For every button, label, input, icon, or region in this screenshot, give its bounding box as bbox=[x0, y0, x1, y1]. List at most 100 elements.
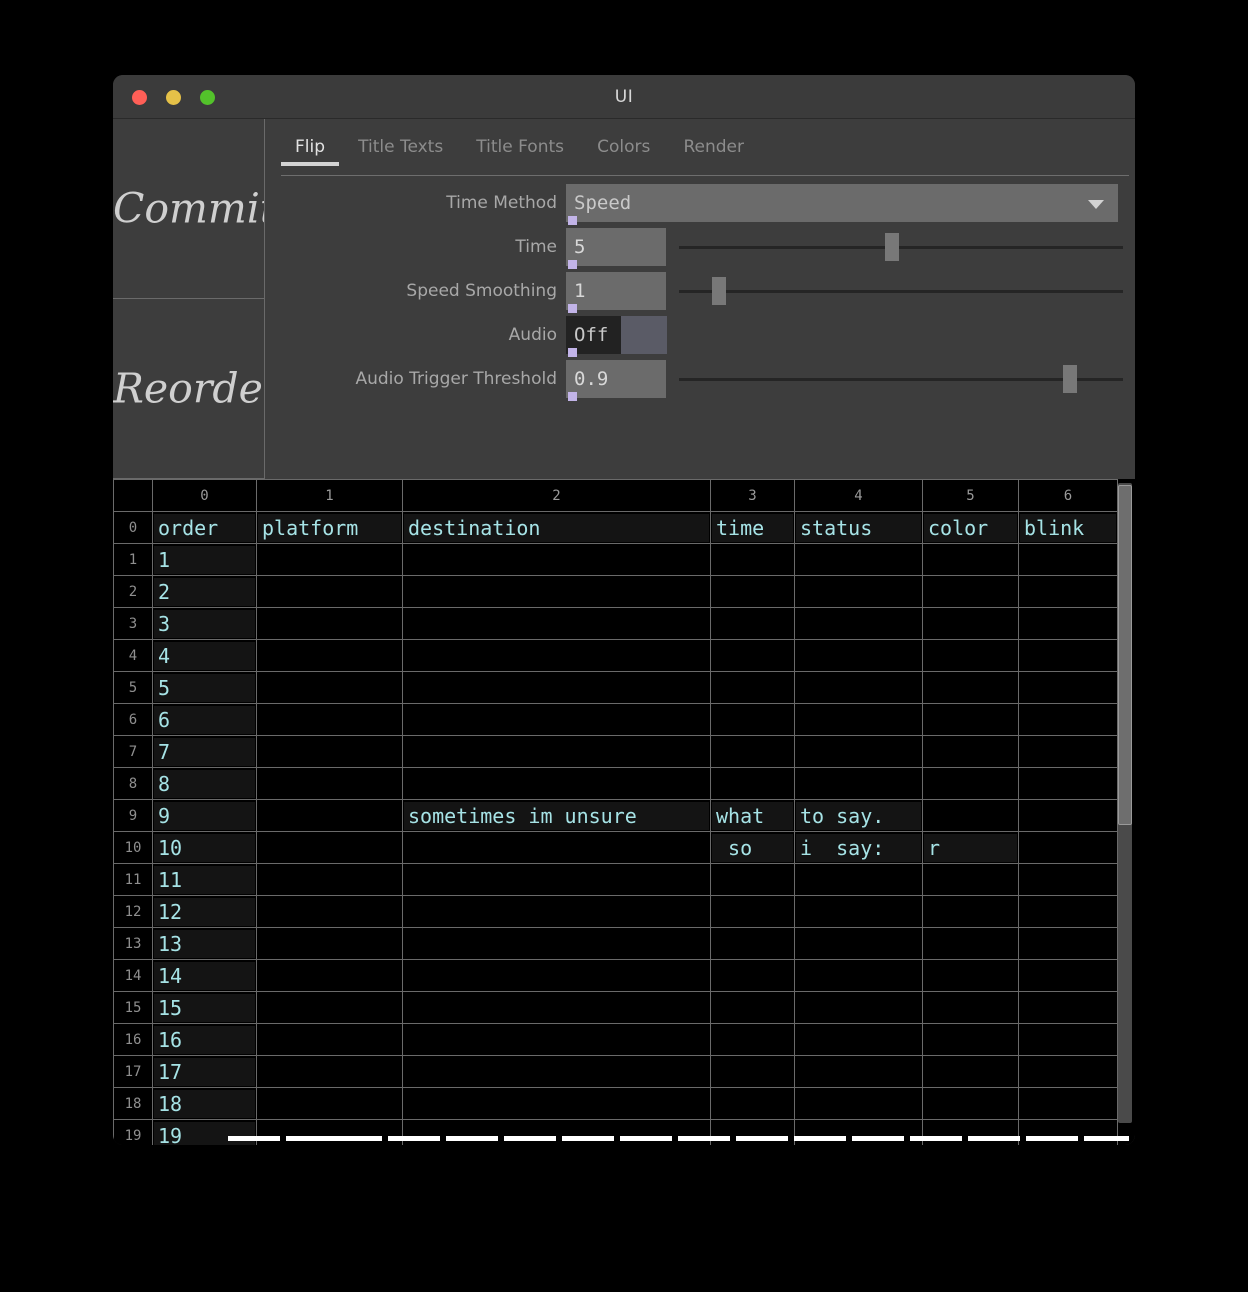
table-cell[interactable] bbox=[794, 639, 923, 672]
table-cell[interactable] bbox=[1018, 831, 1118, 864]
table-cell[interactable] bbox=[256, 895, 403, 928]
table-cell[interactable] bbox=[710, 863, 795, 896]
scrollbar-segment[interactable] bbox=[1084, 1136, 1129, 1141]
table-cell[interactable] bbox=[710, 895, 795, 928]
table-cell[interactable] bbox=[1018, 703, 1118, 736]
table-cell[interactable] bbox=[402, 1119, 711, 1145]
table-cell[interactable] bbox=[794, 895, 923, 928]
table-cell[interactable] bbox=[922, 639, 1019, 672]
table-cell[interactable] bbox=[402, 767, 711, 800]
table-cell[interactable]: destination bbox=[402, 511, 711, 544]
time-slider-thumb[interactable] bbox=[885, 233, 900, 261]
table-cell[interactable]: 4 bbox=[152, 639, 257, 672]
speed-smoothing-slider[interactable] bbox=[679, 272, 1123, 310]
scrollbar-segment[interactable] bbox=[228, 1136, 280, 1141]
table-cell[interactable] bbox=[922, 543, 1019, 576]
table-cell[interactable] bbox=[1018, 927, 1118, 960]
tab-title-texts[interactable]: Title Texts bbox=[344, 119, 457, 157]
table-cell[interactable] bbox=[402, 543, 711, 576]
table-cell[interactable] bbox=[256, 863, 403, 896]
table-cell[interactable] bbox=[1018, 895, 1118, 928]
table-cell[interactable] bbox=[1018, 671, 1118, 704]
table-cell[interactable] bbox=[922, 799, 1019, 832]
table-cell[interactable] bbox=[1018, 863, 1118, 896]
column-header-1[interactable]: 1 bbox=[256, 479, 403, 512]
row-index-cell[interactable]: 2 bbox=[113, 575, 153, 608]
time-method-dropdown[interactable]: Speed bbox=[566, 184, 1118, 225]
scrollbar-segment[interactable] bbox=[286, 1136, 382, 1141]
table-cell[interactable]: blink bbox=[1018, 511, 1118, 544]
table-cell[interactable]: 8 bbox=[152, 767, 257, 800]
table-cell[interactable] bbox=[1018, 607, 1118, 640]
table-cell[interactable]: so bbox=[710, 831, 795, 864]
tab-render[interactable]: Render bbox=[669, 119, 758, 157]
table-cell[interactable] bbox=[922, 735, 1019, 768]
table-cell[interactable] bbox=[256, 575, 403, 608]
table-cell[interactable] bbox=[256, 1055, 403, 1088]
data-table-area[interactable]: 0 1 2 3 4 5 6 0 order platform destination t… bbox=[113, 479, 1135, 1145]
table-cell[interactable] bbox=[794, 1087, 923, 1120]
table-cell[interactable]: 18 bbox=[152, 1087, 257, 1120]
table-cell[interactable]: 5 bbox=[152, 671, 257, 704]
table-cell[interactable] bbox=[402, 895, 711, 928]
table-cell[interactable]: what bbox=[710, 799, 795, 832]
sidebar-item-commit[interactable]: Commit bbox=[113, 119, 264, 299]
vertical-scrollbar-thumb[interactable] bbox=[1118, 485, 1132, 825]
table-cell[interactable] bbox=[1018, 1055, 1118, 1088]
row-index-cell[interactable]: 7 bbox=[113, 735, 153, 768]
audio-trigger-threshold-input[interactable]: 0.9 bbox=[566, 360, 666, 401]
table-cell[interactable] bbox=[1018, 1119, 1118, 1145]
table-cell[interactable]: 6 bbox=[152, 703, 257, 736]
table-cell[interactable] bbox=[256, 1119, 403, 1145]
table-cell[interactable] bbox=[710, 991, 795, 1024]
speed-smoothing-slider-thumb[interactable] bbox=[711, 277, 726, 305]
audio-color-swatch[interactable] bbox=[621, 316, 667, 354]
table-cell[interactable] bbox=[922, 927, 1019, 960]
table-cell[interactable]: time bbox=[710, 511, 795, 544]
table-cell[interactable] bbox=[922, 1055, 1019, 1088]
row-index-cell[interactable]: 12 bbox=[113, 895, 153, 928]
table-cell[interactable] bbox=[256, 543, 403, 576]
table-cell[interactable] bbox=[402, 703, 711, 736]
table-cell[interactable] bbox=[710, 1087, 795, 1120]
table-cell[interactable] bbox=[1018, 575, 1118, 608]
row-index-cell[interactable]: 18 bbox=[113, 1087, 153, 1120]
scrollbar-segment[interactable] bbox=[852, 1136, 904, 1141]
scrollbar-segment[interactable] bbox=[504, 1136, 556, 1141]
table-cell[interactable] bbox=[402, 1055, 711, 1088]
row-index-cell[interactable]: 16 bbox=[113, 1023, 153, 1056]
scrollbar-segment[interactable] bbox=[446, 1136, 498, 1141]
speed-smoothing-input[interactable]: 1 bbox=[566, 272, 666, 313]
table-cell[interactable]: 12 bbox=[152, 895, 257, 928]
table-cell[interactable] bbox=[922, 703, 1019, 736]
row-index-cell[interactable]: 13 bbox=[113, 927, 153, 960]
column-header-6[interactable]: 6 bbox=[1018, 479, 1118, 512]
table-cell[interactable] bbox=[710, 575, 795, 608]
table-cell[interactable]: 9 bbox=[152, 799, 257, 832]
table-cell[interactable] bbox=[402, 927, 711, 960]
table-cell[interactable] bbox=[794, 607, 923, 640]
table-cell[interactable] bbox=[402, 735, 711, 768]
table-cell[interactable] bbox=[1018, 543, 1118, 576]
scrollbar-segment[interactable] bbox=[968, 1136, 1020, 1141]
table-cell[interactable]: 10 bbox=[152, 831, 257, 864]
table-cell[interactable] bbox=[402, 1087, 711, 1120]
time-input[interactable]: 5 bbox=[566, 228, 666, 269]
row-index-cell[interactable]: 14 bbox=[113, 959, 153, 992]
table-cell[interactable] bbox=[256, 735, 403, 768]
table-cell[interactable] bbox=[794, 959, 923, 992]
column-header-0[interactable]: 0 bbox=[152, 479, 257, 512]
row-index-cell[interactable]: 9 bbox=[113, 799, 153, 832]
row-index-cell[interactable]: 11 bbox=[113, 863, 153, 896]
table-cell[interactable] bbox=[256, 767, 403, 800]
table-cell[interactable]: 14 bbox=[152, 959, 257, 992]
table-cell[interactable] bbox=[794, 927, 923, 960]
audio-toggle[interactable]: Off bbox=[566, 316, 621, 357]
table-cell[interactable] bbox=[256, 959, 403, 992]
table-cell[interactable]: status bbox=[794, 511, 923, 544]
table-cell[interactable]: 15 bbox=[152, 991, 257, 1024]
table-cell[interactable] bbox=[256, 831, 403, 864]
table-cell[interactable]: order bbox=[152, 511, 257, 544]
table-cell[interactable] bbox=[794, 1119, 923, 1145]
table-cell[interactable]: 19 bbox=[152, 1119, 257, 1145]
